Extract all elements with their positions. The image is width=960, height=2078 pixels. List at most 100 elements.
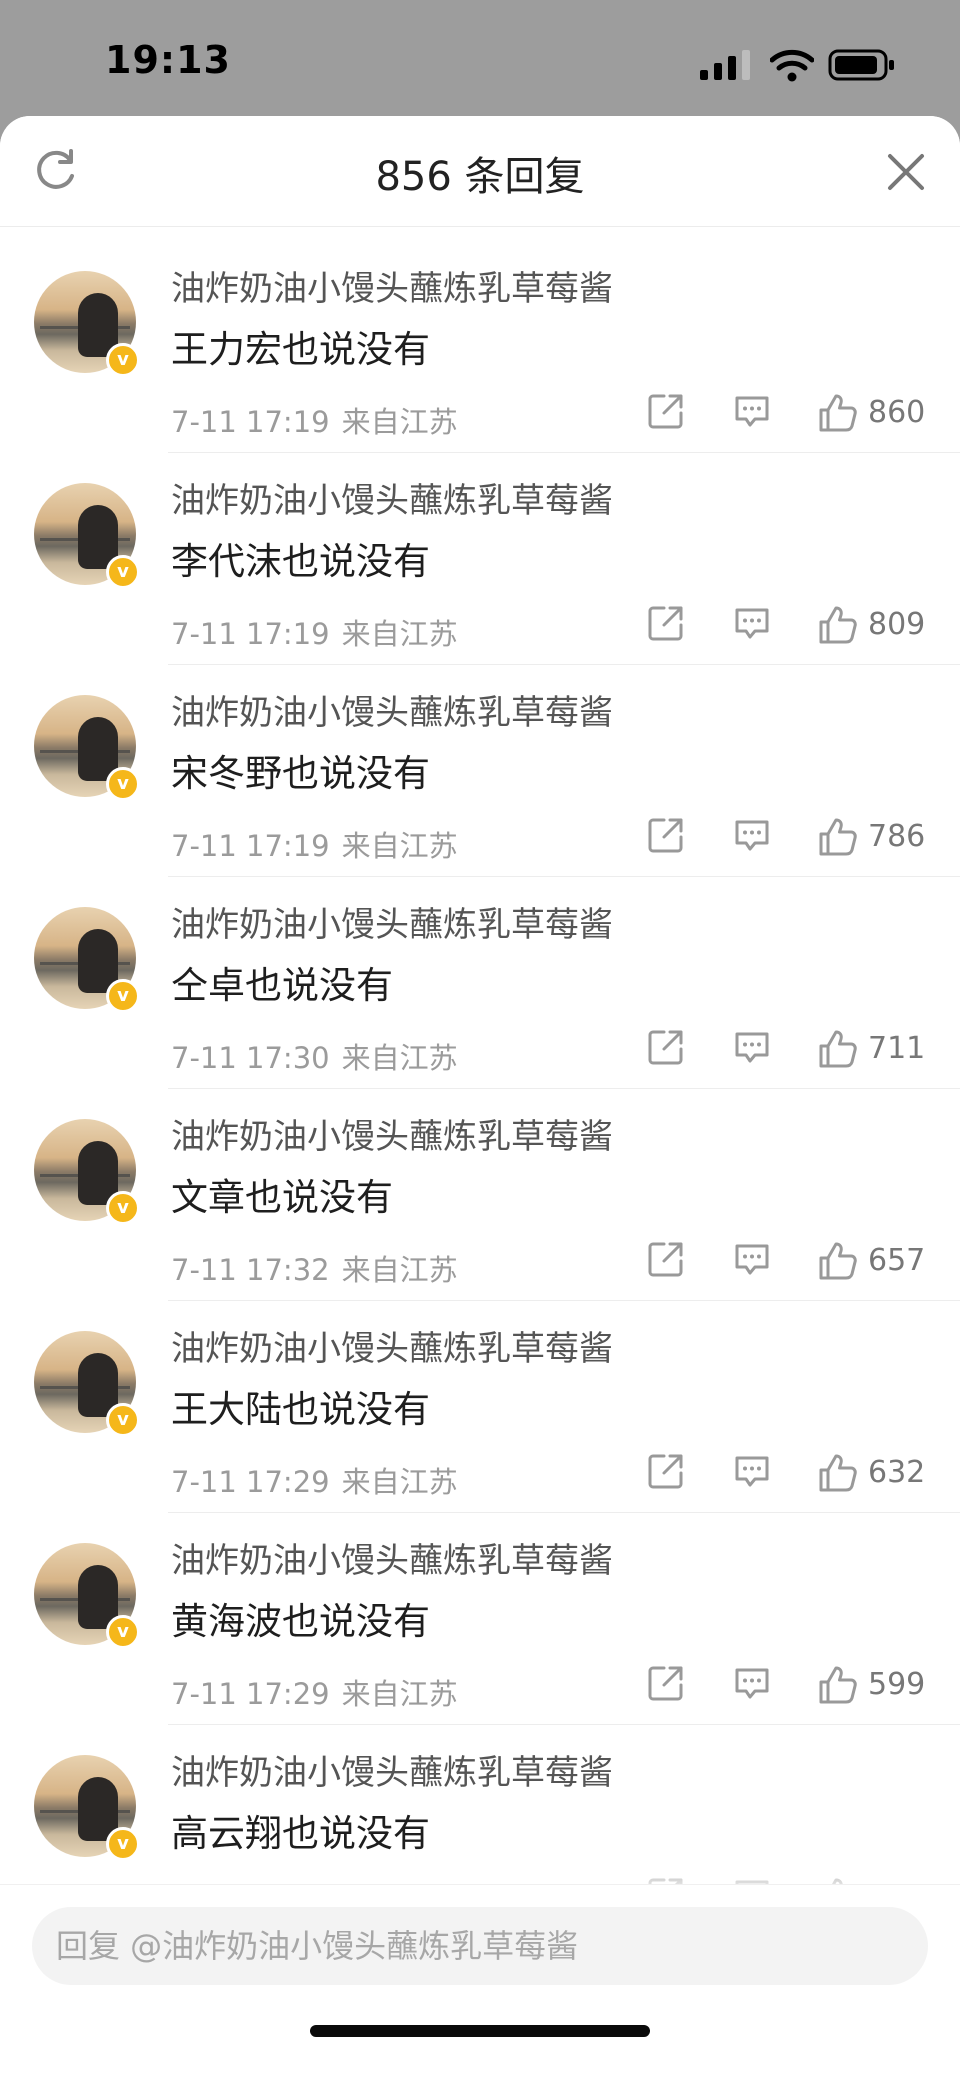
- reply-meta: 7-11 17:32 来自江苏: [171, 1247, 458, 1289]
- avatar[interactable]: v: [34, 1755, 140, 1861]
- reply-item: v 油炸奶油小馒头蘸炼乳草莓酱 李代沫也说没有 7-11 17:19 来自江苏 8…: [0, 453, 960, 665]
- avatar[interactable]: v: [34, 907, 140, 1013]
- like-count: 657: [868, 1243, 926, 1278]
- verified-badge-icon: v: [106, 1615, 140, 1649]
- status-time: 19:13: [105, 38, 231, 82]
- reply-item: v 油炸奶油小馒头蘸炼乳草莓酱 王力宏也说没有 7-11 17:19 来自江苏 8…: [0, 241, 960, 453]
- like-count: 860: [868, 395, 926, 430]
- share-icon[interactable]: [646, 1451, 686, 1491]
- like-icon: [819, 1454, 857, 1492]
- avatar[interactable]: v: [34, 271, 140, 377]
- reply-username[interactable]: 油炸奶油小馒头蘸炼乳草莓酱: [171, 685, 613, 734]
- home-indicator: [310, 2025, 650, 2037]
- avatar[interactable]: v: [34, 483, 140, 589]
- reply-meta: 7-11 17:19 来自江苏: [171, 611, 458, 653]
- reply-username[interactable]: 油炸奶油小馒头蘸炼乳草莓酱: [171, 1109, 613, 1158]
- reply-date: 7-11 17:32: [171, 1253, 330, 1287]
- reply-date: 7-11 17:29: [171, 1465, 330, 1499]
- comment-icon[interactable]: [732, 1663, 772, 1703]
- reply-meta: 7-11 17:29 来自江苏: [171, 1671, 458, 1713]
- like-icon: [819, 818, 857, 856]
- reply-username[interactable]: 油炸奶油小馒头蘸炼乳草莓酱: [171, 473, 613, 522]
- like-count: 809: [868, 607, 926, 642]
- reply-username[interactable]: 油炸奶油小馒头蘸炼乳草莓酱: [171, 1745, 613, 1794]
- reply-meta: 7-11 17:30 来自江苏: [171, 1035, 458, 1077]
- reply-username[interactable]: 油炸奶油小馒头蘸炼乳草莓酱: [171, 897, 613, 946]
- reply-date: 7-11 17:19: [171, 405, 330, 439]
- page-title: 856 条回复: [375, 154, 585, 200]
- reply-location: 来自江苏: [341, 1677, 458, 1711]
- comment-icon[interactable]: [732, 603, 772, 643]
- comment-icon[interactable]: [732, 815, 772, 855]
- reply-meta: 7-11 17:19 来自江苏: [171, 399, 458, 441]
- reply-item: v 油炸奶油小馒头蘸炼乳草莓酱 文章也说没有 7-11 17:32 来自江苏 65…: [0, 1089, 960, 1301]
- comment-icon[interactable]: [732, 391, 772, 431]
- like-count: 632: [868, 1455, 926, 1490]
- like-button[interactable]: 809: [816, 603, 936, 647]
- share-icon[interactable]: [646, 603, 686, 643]
- like-count: 786: [868, 819, 926, 854]
- comment-icon[interactable]: [732, 1027, 772, 1067]
- reply-date: 7-11 17:29: [171, 1677, 330, 1711]
- reply-location: 来自江苏: [341, 829, 458, 863]
- like-button[interactable]: 632: [816, 1451, 936, 1495]
- verified-badge-icon: v: [106, 979, 140, 1013]
- verified-badge-icon: v: [106, 343, 140, 377]
- reply-text: 仝卓也说没有: [171, 964, 393, 1007]
- avatar[interactable]: v: [34, 1543, 140, 1649]
- reply-item: v 油炸奶油小馒头蘸炼乳草莓酱 宋冬野也说没有 7-11 17:19 来自江苏 7…: [0, 665, 960, 877]
- comment-icon[interactable]: [732, 1451, 772, 1491]
- reply-meta: 7-11 17:19 来自江苏: [171, 823, 458, 865]
- reply-text: 文章也说没有: [171, 1176, 393, 1219]
- reply-list: v 油炸奶油小馒头蘸炼乳草莓酱 王力宏也说没有 7-11 17:19 来自江苏 8…: [0, 241, 960, 1937]
- reply-text: 黄海波也说没有: [171, 1600, 430, 1643]
- reply-text: 高云翔也说没有: [171, 1812, 430, 1855]
- reply-input[interactable]: [32, 1907, 928, 1985]
- reply-location: 来自江苏: [341, 1253, 458, 1287]
- status-bar: 19:13: [0, 0, 960, 118]
- like-button[interactable]: 711: [816, 1027, 936, 1071]
- verified-badge-icon: v: [106, 767, 140, 801]
- reply-location: 来自江苏: [341, 617, 458, 651]
- reply-item: v 油炸奶油小馒头蘸炼乳草莓酱 仝卓也说没有 7-11 17:30 来自江苏 71…: [0, 877, 960, 1089]
- cellular-signal-icon: [700, 50, 750, 80]
- reply-location: 来自江苏: [341, 1041, 458, 1075]
- avatar[interactable]: v: [34, 695, 140, 801]
- like-count: 599: [868, 1667, 926, 1702]
- reply-text: 宋冬野也说没有: [171, 752, 430, 795]
- reply-location: 来自江苏: [341, 405, 458, 439]
- share-icon[interactable]: [646, 1663, 686, 1703]
- reply-username[interactable]: 油炸奶油小馒头蘸炼乳草莓酱: [171, 1321, 613, 1370]
- share-icon[interactable]: [646, 1027, 686, 1067]
- reply-username[interactable]: 油炸奶油小馒头蘸炼乳草莓酱: [171, 261, 613, 310]
- reply-input-bar: [0, 1884, 960, 2078]
- reply-location: 来自江苏: [341, 1465, 458, 1499]
- reply-item: v 油炸奶油小馒头蘸炼乳草莓酱 王大陆也说没有 7-11 17:29 来自江苏 6…: [0, 1301, 960, 1513]
- like-button[interactable]: 599: [816, 1663, 936, 1707]
- reply-meta: 7-11 17:29 来自江苏: [171, 1459, 458, 1501]
- like-icon: [819, 606, 857, 644]
- reply-date: 7-11 17:30: [171, 1041, 330, 1075]
- like-button[interactable]: 657: [816, 1239, 936, 1283]
- reply-username[interactable]: 油炸奶油小馒头蘸炼乳草莓酱: [171, 1533, 613, 1582]
- like-icon: [819, 1666, 857, 1704]
- verified-badge-icon: v: [106, 555, 140, 589]
- replies-sheet: 856 条回复 v 油炸奶油小馒头蘸炼乳草莓酱 王力宏也说没有 7-11 17:…: [0, 116, 960, 2078]
- close-icon[interactable]: [884, 150, 928, 194]
- like-button[interactable]: 786: [816, 815, 936, 859]
- share-icon[interactable]: [646, 391, 686, 431]
- battery-icon: [828, 49, 894, 81]
- reply-date: 7-11 17:19: [171, 617, 330, 651]
- reply-date: 7-11 17:19: [171, 829, 330, 863]
- avatar[interactable]: v: [34, 1331, 140, 1437]
- verified-badge-icon: v: [106, 1403, 140, 1437]
- wifi-icon: [770, 49, 814, 82]
- avatar[interactable]: v: [34, 1119, 140, 1225]
- share-icon[interactable]: [646, 815, 686, 855]
- comment-icon[interactable]: [732, 1239, 772, 1279]
- share-icon[interactable]: [646, 1239, 686, 1279]
- like-button[interactable]: 860: [816, 391, 936, 435]
- like-count: 711: [868, 1031, 926, 1066]
- verified-badge-icon: v: [106, 1191, 140, 1225]
- reply-text: 王力宏也说没有: [171, 328, 430, 371]
